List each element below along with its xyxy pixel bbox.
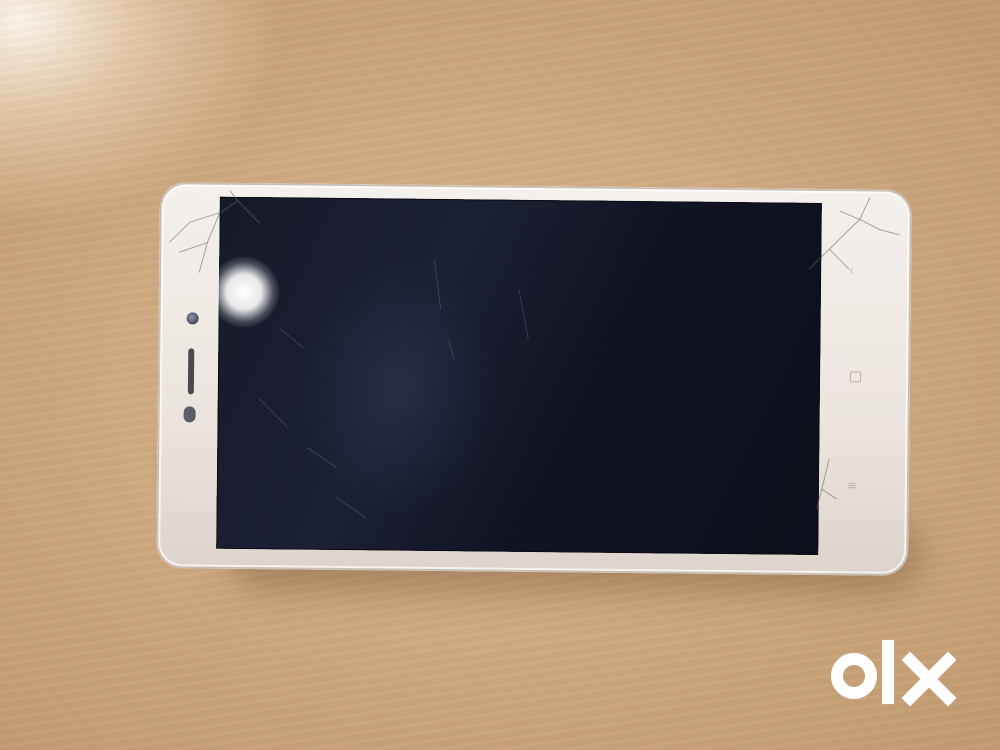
- earpiece-speaker: [187, 348, 195, 395]
- olx-watermark-logo: olx: [831, 640, 957, 707]
- back-key-icon: ‹: [849, 263, 855, 278]
- phone-screen-off: [216, 196, 822, 555]
- front-camera-icon: [186, 312, 199, 325]
- proximity-sensor: [183, 406, 196, 423]
- home-key-icon: [849, 371, 862, 383]
- smartphone: ‹ ≡: [155, 182, 913, 576]
- screen-scratches: [257, 258, 529, 519]
- menu-key-icon: ≡: [846, 478, 858, 493]
